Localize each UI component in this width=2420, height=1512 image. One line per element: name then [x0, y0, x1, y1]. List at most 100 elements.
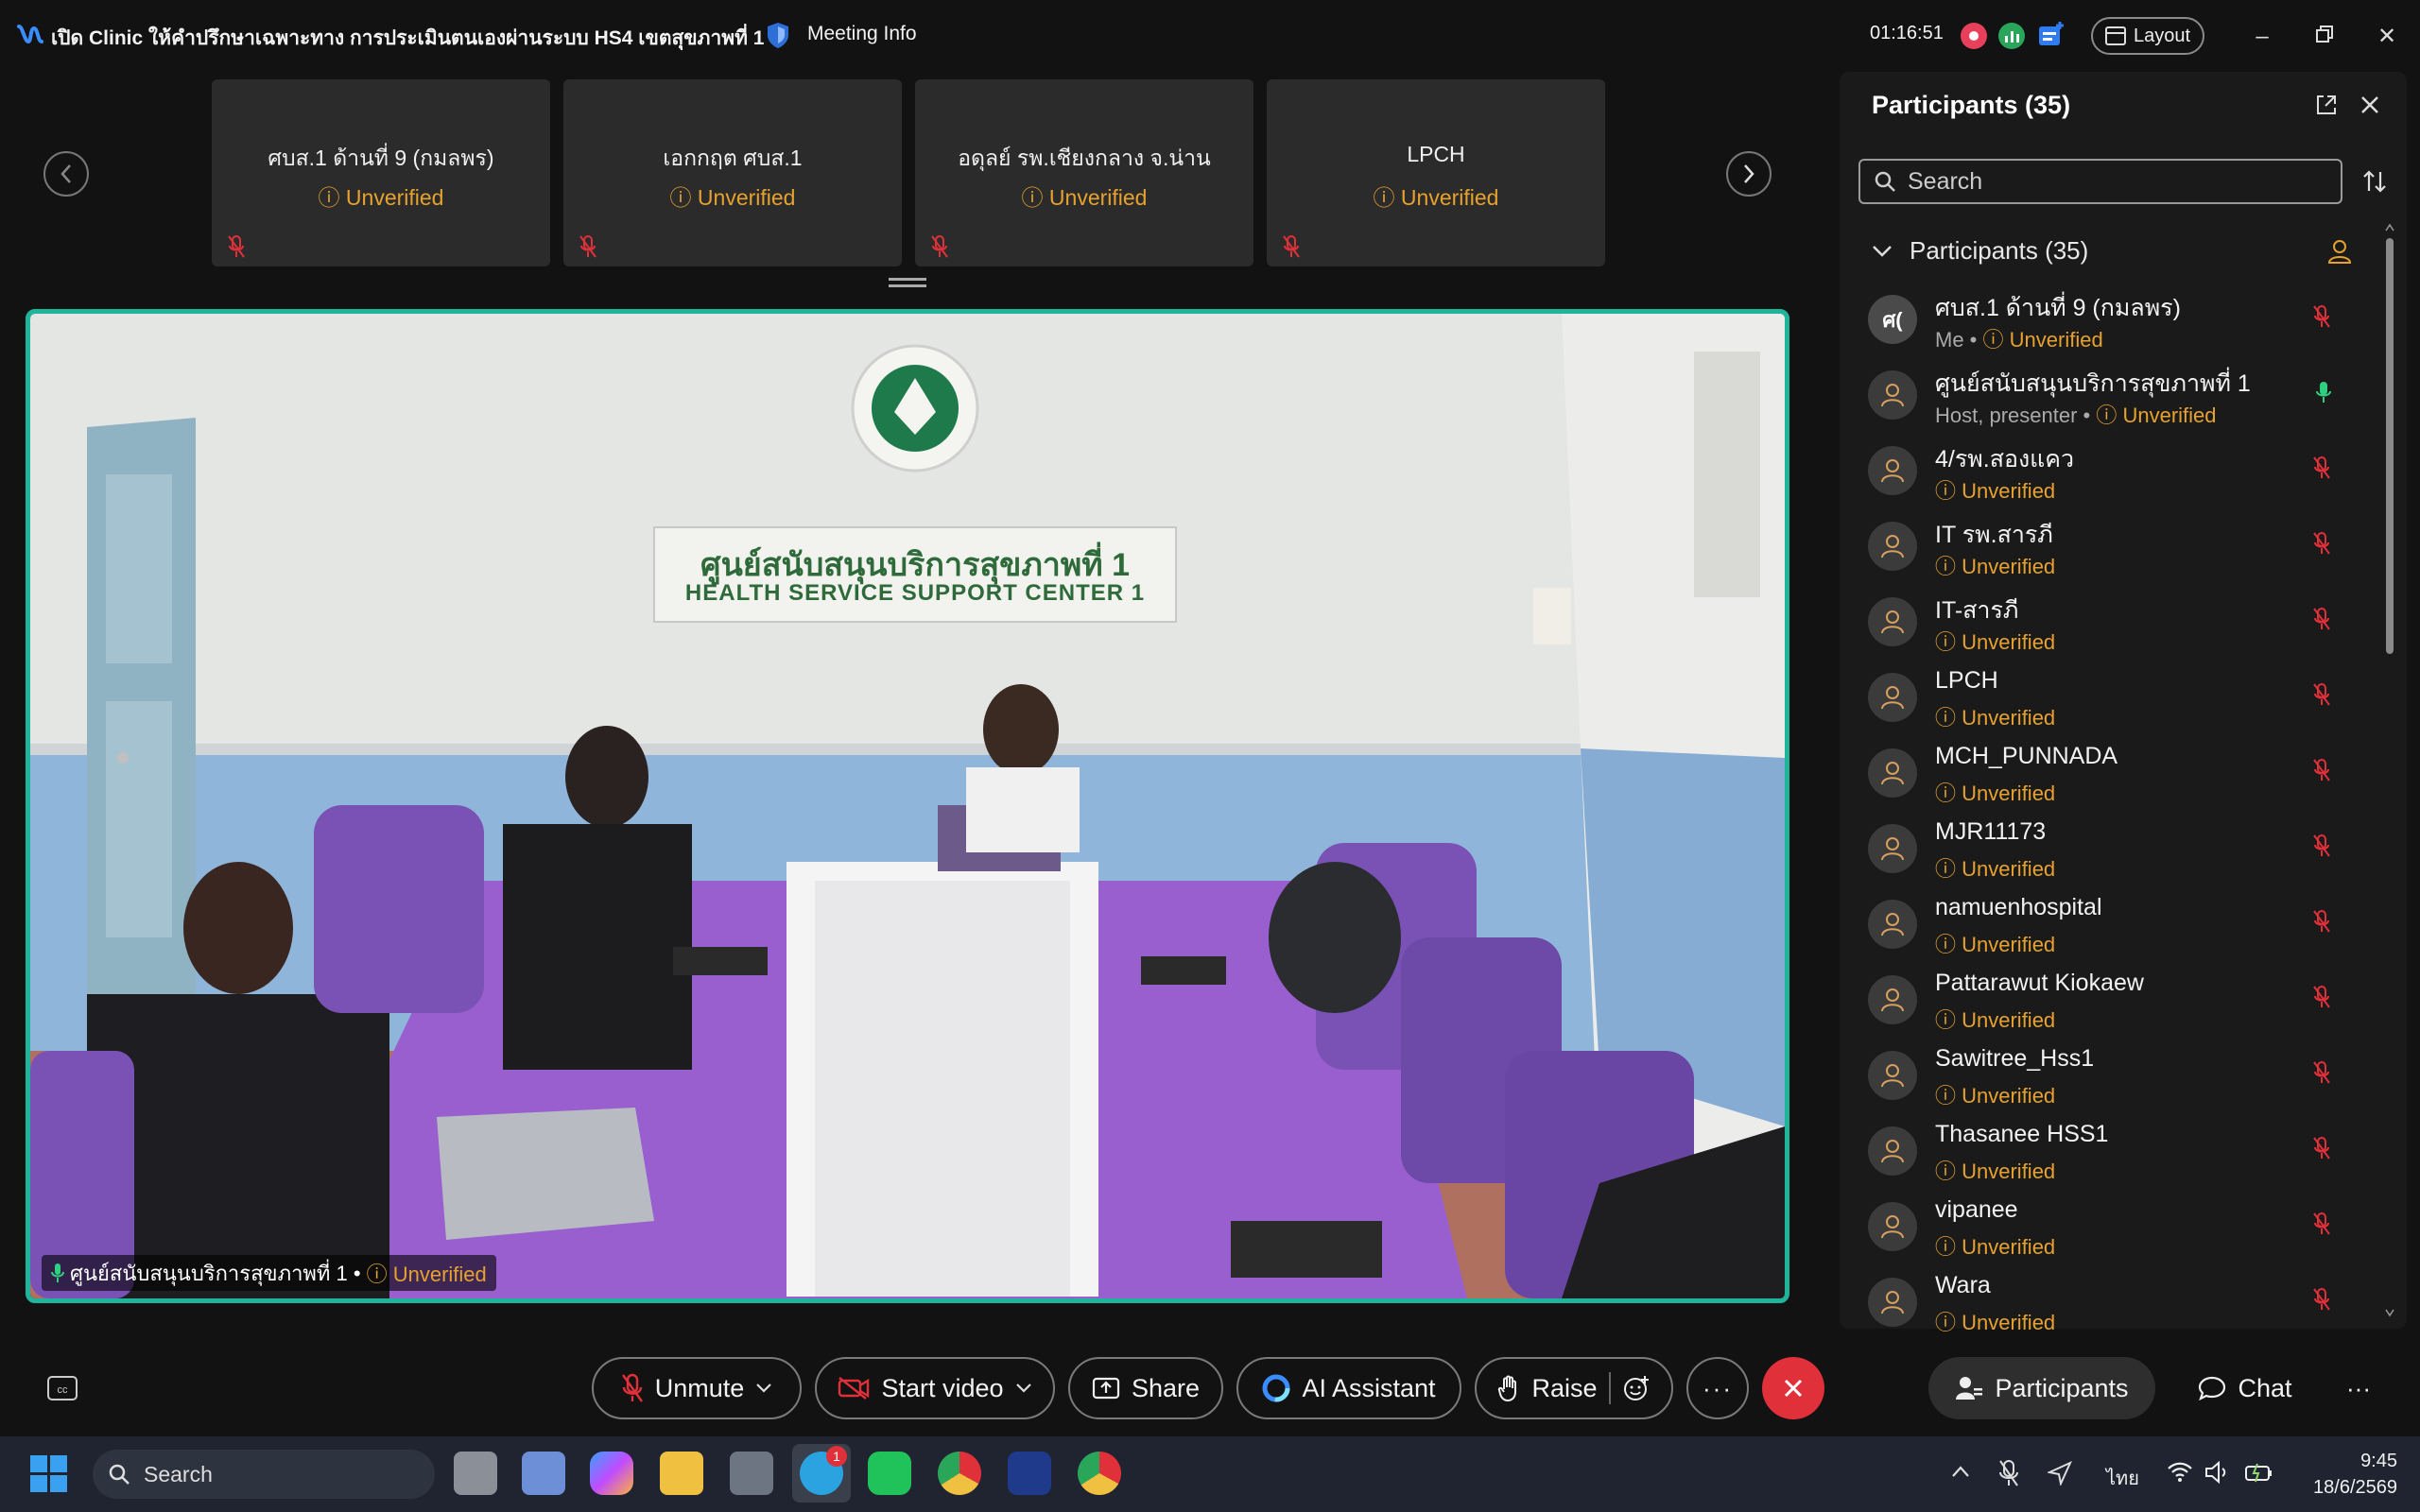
participants-section-header[interactable]: Participants (35): [1872, 236, 2088, 266]
chevron-down-icon[interactable]: [1015, 1383, 1032, 1394]
battery-icon[interactable]: [2244, 1461, 2274, 1484]
windows-start-icon[interactable]: [30, 1455, 68, 1493]
chevron-up-icon[interactable]: [1951, 1465, 1970, 1478]
layout-button[interactable]: Layout: [2091, 17, 2204, 55]
mic-on-icon[interactable]: [2316, 380, 2331, 409]
windows-taskbar: Search 1 ไทย 9:45 18/6/2569: [0, 1436, 2420, 1512]
language-indicator[interactable]: ไทย: [2106, 1463, 2139, 1493]
mic-muted-icon[interactable]: [2312, 682, 2331, 712]
ai-assistant-button[interactable]: AI Assistant: [1236, 1357, 1461, 1419]
participants-toggle-button[interactable]: Participants: [1928, 1357, 2155, 1419]
participant-row[interactable]: LPCH ⓘ Unverified: [1868, 663, 2360, 737]
participant-name: IT-สารภี: [1935, 597, 2019, 624]
recording-icon[interactable]: [1959, 21, 1989, 51]
telegram-active-tab[interactable]: 1: [792, 1444, 851, 1503]
meeting-apps-icon[interactable]: [2036, 19, 2066, 49]
chat-button[interactable]: Chat: [2184, 1357, 2307, 1419]
mic-muted-icon[interactable]: [2312, 455, 2331, 485]
lock-participants-icon[interactable]: [2327, 238, 2352, 265]
stats-icon[interactable]: [1996, 21, 2027, 51]
participant-row[interactable]: IT รพ.สารภี ⓘ Unverified: [1868, 512, 2360, 586]
participant-row[interactable]: ศูนย์สนับสนุนบริการสุขภาพที่ 1 Host, pres…: [1868, 361, 2360, 435]
filmstrip-resize-handle[interactable]: [889, 278, 926, 289]
mic-muted-icon[interactable]: [2312, 1211, 2331, 1241]
mic-muted-icon[interactable]: [2312, 304, 2331, 334]
mic-muted-icon[interactable]: [2312, 758, 2331, 787]
filmstrip-next-button[interactable]: [1726, 151, 1772, 197]
mic-muted-icon[interactable]: [2312, 909, 2331, 938]
minimize-button[interactable]: –: [2246, 21, 2278, 53]
meeting-title: เปิด Clinic ให้คำปรึกษาเฉพาะทาง การประเม…: [51, 27, 765, 49]
raise-hand-button[interactable]: Raise: [1475, 1357, 1673, 1419]
person-icon: [1881, 762, 1904, 785]
video-off-icon: [838, 1377, 870, 1400]
mic-muted-icon[interactable]: [2312, 1287, 2331, 1316]
filmstrip-tile[interactable]: อดุลย์ รพ.เชียงกลาง จ.น่าน ⓘ Unverified: [915, 79, 1253, 266]
leave-meeting-button[interactable]: [1762, 1357, 1824, 1419]
person-icon: [1881, 913, 1904, 936]
participant-row[interactable]: 4/รพ.สองแคว ⓘ Unverified: [1868, 437, 2360, 510]
shield-icon[interactable]: [766, 21, 790, 49]
participant-row[interactable]: namuenhospital ⓘ Unverified: [1868, 890, 2360, 964]
task-view-icon[interactable]: [454, 1452, 497, 1495]
mic-muted-icon[interactable]: [2312, 531, 2331, 560]
taskbar-search[interactable]: Search: [93, 1450, 435, 1499]
panel-more-button[interactable]: ···: [2335, 1357, 2382, 1419]
mic-muted-icon[interactable]: [2312, 833, 2331, 863]
chevron-down-icon[interactable]: [755, 1383, 772, 1394]
mic-muted-icon: [228, 235, 245, 258]
popout-icon[interactable]: [2314, 93, 2339, 117]
filmstrip-tile[interactable]: ศบส.1 ด้านที่ 9 (กมลพร) ⓘ Unverified: [212, 79, 550, 266]
participant-row[interactable]: Sawitree_Hss1 ⓘ Unverified: [1868, 1041, 2360, 1115]
meeting-info-link[interactable]: Meeting Info: [807, 23, 917, 45]
close-window-button[interactable]: ✕: [2371, 21, 2403, 53]
restore-button[interactable]: [2308, 21, 2341, 53]
start-video-button[interactable]: Start video: [815, 1357, 1055, 1419]
chrome-icon[interactable]: [938, 1452, 981, 1495]
file-explorer-icon[interactable]: [660, 1452, 703, 1495]
more-options-button[interactable]: ···: [1686, 1357, 1749, 1419]
mic-muted-icon[interactable]: [1998, 1459, 2019, 1487]
participant-status: ⓘ Unverified: [1935, 555, 2056, 578]
participant-search-input[interactable]: Search: [1858, 159, 2342, 204]
closed-captions-icon[interactable]: cc: [47, 1376, 78, 1400]
filmstrip-prev-button[interactable]: [43, 151, 89, 197]
wifi-icon[interactable]: [2167, 1461, 2193, 1484]
participant-row[interactable]: Thasanee HSS1 ⓘ Unverified: [1868, 1117, 2360, 1191]
unmute-button[interactable]: Unmute: [592, 1357, 802, 1419]
participant-role: Host, presenter •: [1935, 404, 2091, 427]
line-icon[interactable]: [868, 1452, 911, 1495]
chrome-profile-icon[interactable]: [1078, 1452, 1121, 1495]
participant-row[interactable]: Pattarawut Kiokaew ⓘ Unverified: [1868, 966, 2360, 1040]
share-button[interactable]: Share: [1068, 1357, 1223, 1419]
webex-icon[interactable]: [1008, 1452, 1051, 1495]
participant-row[interactable]: vipanee ⓘ Unverified: [1868, 1193, 2360, 1266]
filmstrip-tile[interactable]: เอกกฤต ศบส.1 ⓘ Unverified: [563, 79, 902, 266]
calculator-icon[interactable]: [730, 1452, 773, 1495]
participant-row[interactable]: IT-สารภี ⓘ Unverified: [1868, 588, 2360, 662]
mic-muted-icon[interactable]: [2312, 985, 2331, 1014]
participant-row[interactable]: ศ(ศบส.1 ด้านที่ 9 (กมลพร) Me • ⓘ Unverifi…: [1868, 285, 2360, 359]
chat-icon: [2199, 1376, 2226, 1401]
mic-muted-icon[interactable]: [2312, 1060, 2331, 1090]
mic-muted-icon[interactable]: [2312, 607, 2331, 636]
location-icon[interactable]: [2048, 1461, 2072, 1486]
system-clock[interactable]: 9:45 18/6/2569: [2313, 1448, 2397, 1501]
participant-name: IT รพ.สารภี: [1935, 522, 2053, 548]
participant-name: Sawitree_Hss1: [1935, 1045, 2095, 1072]
tile-name: เอกกฤต ศบส.1: [663, 146, 803, 170]
mic-muted-icon[interactable]: [2312, 1136, 2331, 1165]
panel-scrollbar[interactable]: [2384, 223, 2395, 1319]
participant-row[interactable]: Wara ⓘ Unverified: [1868, 1268, 2360, 1342]
volume-icon[interactable]: [2204, 1461, 2231, 1484]
close-icon[interactable]: [2360, 94, 2380, 115]
snipping-tool-icon[interactable]: [522, 1452, 565, 1495]
copilot-icon[interactable]: [590, 1452, 633, 1495]
active-speaker-video[interactable]: ศูนย์สนับสนุนบริการสุขภาพที่ 1 HEALTH SE…: [26, 309, 1789, 1303]
video-name-label: ศูนย์สนับสนุนบริการสุขภาพที่ 1 • ⓘ Unver…: [42, 1255, 496, 1291]
sort-icon[interactable]: [2361, 168, 2388, 195]
filmstrip-tile[interactable]: LPCH ⓘ Unverified: [1267, 79, 1605, 266]
participant-row[interactable]: MCH_PUNNADA ⓘ Unverified: [1868, 739, 2360, 813]
reactions-icon[interactable]: [1622, 1374, 1651, 1402]
participant-row[interactable]: MJR11173 ⓘ Unverified: [1868, 815, 2360, 888]
